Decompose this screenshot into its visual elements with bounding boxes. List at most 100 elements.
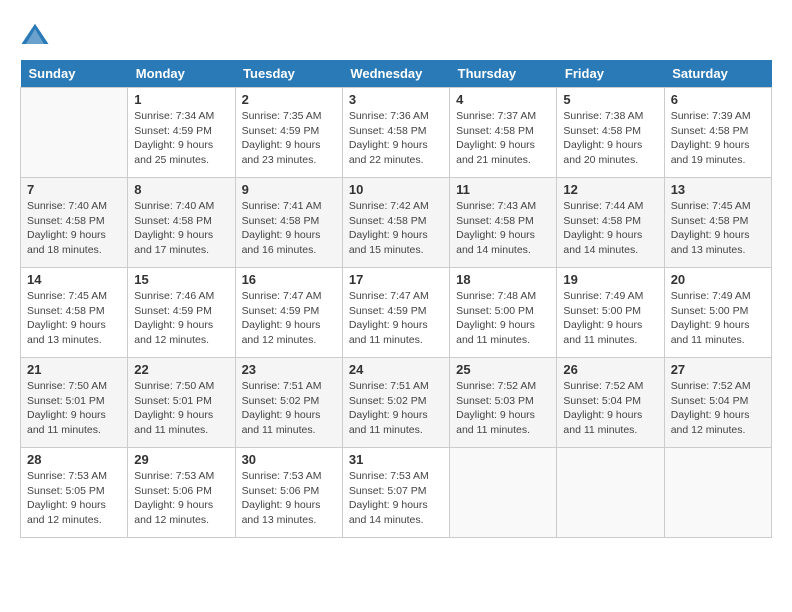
daylight-text: Daylight: 9 hours and 13 minutes.: [242, 499, 321, 526]
sunset-text: Sunset: 5:04 PM: [671, 395, 749, 407]
day-info: Sunrise: 7:34 AM Sunset: 4:59 PM Dayligh…: [134, 109, 228, 168]
daylight-text: Daylight: 9 hours and 16 minutes.: [242, 229, 321, 256]
sunset-text: Sunset: 5:04 PM: [563, 395, 641, 407]
day-info: Sunrise: 7:53 AM Sunset: 5:07 PM Dayligh…: [349, 469, 443, 528]
weekday-header-cell: Tuesday: [235, 60, 342, 88]
day-number: 29: [134, 452, 228, 467]
calendar-day-cell: 8 Sunrise: 7:40 AM Sunset: 4:58 PM Dayli…: [128, 178, 235, 268]
sunset-text: Sunset: 5:06 PM: [134, 485, 212, 497]
day-number: 23: [242, 362, 336, 377]
day-info: Sunrise: 7:44 AM Sunset: 4:58 PM Dayligh…: [563, 199, 657, 258]
day-number: 14: [27, 272, 121, 287]
daylight-text: Daylight: 9 hours and 12 minutes.: [242, 319, 321, 346]
daylight-text: Daylight: 9 hours and 11 minutes.: [349, 409, 428, 436]
sunset-text: Sunset: 5:01 PM: [27, 395, 105, 407]
sunrise-text: Sunrise: 7:49 AM: [563, 290, 643, 302]
day-info: Sunrise: 7:42 AM Sunset: 4:58 PM Dayligh…: [349, 199, 443, 258]
day-info: Sunrise: 7:40 AM Sunset: 4:58 PM Dayligh…: [134, 199, 228, 258]
calendar-day-cell: 20 Sunrise: 7:49 AM Sunset: 5:00 PM Dayl…: [664, 268, 771, 358]
calendar-day-cell: 18 Sunrise: 7:48 AM Sunset: 5:00 PM Dayl…: [450, 268, 557, 358]
daylight-text: Daylight: 9 hours and 11 minutes.: [242, 409, 321, 436]
day-info: Sunrise: 7:38 AM Sunset: 4:58 PM Dayligh…: [563, 109, 657, 168]
daylight-text: Daylight: 9 hours and 11 minutes.: [563, 319, 642, 346]
sunrise-text: Sunrise: 7:41 AM: [242, 200, 322, 212]
sunrise-text: Sunrise: 7:53 AM: [242, 470, 322, 482]
calendar-day-cell: 19 Sunrise: 7:49 AM Sunset: 5:00 PM Dayl…: [557, 268, 664, 358]
sunset-text: Sunset: 4:58 PM: [134, 215, 212, 227]
sunset-text: Sunset: 4:59 PM: [134, 305, 212, 317]
day-number: 15: [134, 272, 228, 287]
sunrise-text: Sunrise: 7:35 AM: [242, 110, 322, 122]
daylight-text: Daylight: 9 hours and 11 minutes.: [349, 319, 428, 346]
weekday-header-cell: Wednesday: [342, 60, 449, 88]
day-number: 31: [349, 452, 443, 467]
day-number: 7: [27, 182, 121, 197]
sunrise-text: Sunrise: 7:53 AM: [27, 470, 107, 482]
calendar-day-cell: 26 Sunrise: 7:52 AM Sunset: 5:04 PM Dayl…: [557, 358, 664, 448]
calendar-day-cell: 3 Sunrise: 7:36 AM Sunset: 4:58 PM Dayli…: [342, 88, 449, 178]
day-info: Sunrise: 7:45 AM Sunset: 4:58 PM Dayligh…: [671, 199, 765, 258]
sunset-text: Sunset: 4:59 PM: [242, 125, 320, 137]
day-number: 6: [671, 92, 765, 107]
day-number: 8: [134, 182, 228, 197]
sunrise-text: Sunrise: 7:43 AM: [456, 200, 536, 212]
day-number: 16: [242, 272, 336, 287]
daylight-text: Daylight: 9 hours and 14 minutes.: [563, 229, 642, 256]
weekday-header-row: SundayMondayTuesdayWednesdayThursdayFrid…: [21, 60, 772, 88]
calendar-day-cell: 24 Sunrise: 7:51 AM Sunset: 5:02 PM Dayl…: [342, 358, 449, 448]
sunset-text: Sunset: 5:07 PM: [349, 485, 427, 497]
calendar-week-row: 28 Sunrise: 7:53 AM Sunset: 5:05 PM Dayl…: [21, 448, 772, 538]
sunrise-text: Sunrise: 7:47 AM: [242, 290, 322, 302]
sunrise-text: Sunrise: 7:38 AM: [563, 110, 643, 122]
calendar-day-cell: 10 Sunrise: 7:42 AM Sunset: 4:58 PM Dayl…: [342, 178, 449, 268]
day-info: Sunrise: 7:52 AM Sunset: 5:04 PM Dayligh…: [563, 379, 657, 438]
day-number: 4: [456, 92, 550, 107]
daylight-text: Daylight: 9 hours and 13 minutes.: [27, 319, 106, 346]
sunrise-text: Sunrise: 7:47 AM: [349, 290, 429, 302]
logo-icon: [20, 20, 50, 50]
calendar-day-cell: 5 Sunrise: 7:38 AM Sunset: 4:58 PM Dayli…: [557, 88, 664, 178]
day-info: Sunrise: 7:53 AM Sunset: 5:06 PM Dayligh…: [134, 469, 228, 528]
sunrise-text: Sunrise: 7:44 AM: [563, 200, 643, 212]
sunset-text: Sunset: 4:58 PM: [671, 125, 749, 137]
day-info: Sunrise: 7:50 AM Sunset: 5:01 PM Dayligh…: [134, 379, 228, 438]
calendar-day-cell: [450, 448, 557, 538]
calendar-day-cell: 6 Sunrise: 7:39 AM Sunset: 4:58 PM Dayli…: [664, 88, 771, 178]
daylight-text: Daylight: 9 hours and 23 minutes.: [242, 139, 321, 166]
day-number: 17: [349, 272, 443, 287]
sunset-text: Sunset: 5:02 PM: [349, 395, 427, 407]
daylight-text: Daylight: 9 hours and 11 minutes.: [134, 409, 213, 436]
sunset-text: Sunset: 5:00 PM: [671, 305, 749, 317]
logo: [20, 20, 54, 50]
sunset-text: Sunset: 4:58 PM: [456, 215, 534, 227]
calendar-day-cell: 12 Sunrise: 7:44 AM Sunset: 4:58 PM Dayl…: [557, 178, 664, 268]
daylight-text: Daylight: 9 hours and 11 minutes.: [456, 319, 535, 346]
calendar-day-cell: 11 Sunrise: 7:43 AM Sunset: 4:58 PM Dayl…: [450, 178, 557, 268]
calendar-week-row: 21 Sunrise: 7:50 AM Sunset: 5:01 PM Dayl…: [21, 358, 772, 448]
day-info: Sunrise: 7:47 AM Sunset: 4:59 PM Dayligh…: [242, 289, 336, 348]
day-info: Sunrise: 7:51 AM Sunset: 5:02 PM Dayligh…: [242, 379, 336, 438]
day-info: Sunrise: 7:37 AM Sunset: 4:58 PM Dayligh…: [456, 109, 550, 168]
sunrise-text: Sunrise: 7:49 AM: [671, 290, 751, 302]
sunset-text: Sunset: 5:03 PM: [456, 395, 534, 407]
weekday-header-cell: Thursday: [450, 60, 557, 88]
day-number: 5: [563, 92, 657, 107]
day-info: Sunrise: 7:49 AM Sunset: 5:00 PM Dayligh…: [671, 289, 765, 348]
day-number: 22: [134, 362, 228, 377]
sunrise-text: Sunrise: 7:50 AM: [134, 380, 214, 392]
daylight-text: Daylight: 9 hours and 19 minutes.: [671, 139, 750, 166]
sunrise-text: Sunrise: 7:53 AM: [134, 470, 214, 482]
calendar-day-cell: 30 Sunrise: 7:53 AM Sunset: 5:06 PM Dayl…: [235, 448, 342, 538]
day-info: Sunrise: 7:46 AM Sunset: 4:59 PM Dayligh…: [134, 289, 228, 348]
daylight-text: Daylight: 9 hours and 12 minutes.: [134, 319, 213, 346]
day-info: Sunrise: 7:52 AM Sunset: 5:04 PM Dayligh…: [671, 379, 765, 438]
calendar-day-cell: 4 Sunrise: 7:37 AM Sunset: 4:58 PM Dayli…: [450, 88, 557, 178]
calendar-table: SundayMondayTuesdayWednesdayThursdayFrid…: [20, 60, 772, 538]
day-number: 1: [134, 92, 228, 107]
calendar-day-cell: 15 Sunrise: 7:46 AM Sunset: 4:59 PM Dayl…: [128, 268, 235, 358]
sunrise-text: Sunrise: 7:46 AM: [134, 290, 214, 302]
sunset-text: Sunset: 5:05 PM: [27, 485, 105, 497]
sunrise-text: Sunrise: 7:40 AM: [27, 200, 107, 212]
sunset-text: Sunset: 4:59 PM: [134, 125, 212, 137]
sunset-text: Sunset: 4:59 PM: [242, 305, 320, 317]
